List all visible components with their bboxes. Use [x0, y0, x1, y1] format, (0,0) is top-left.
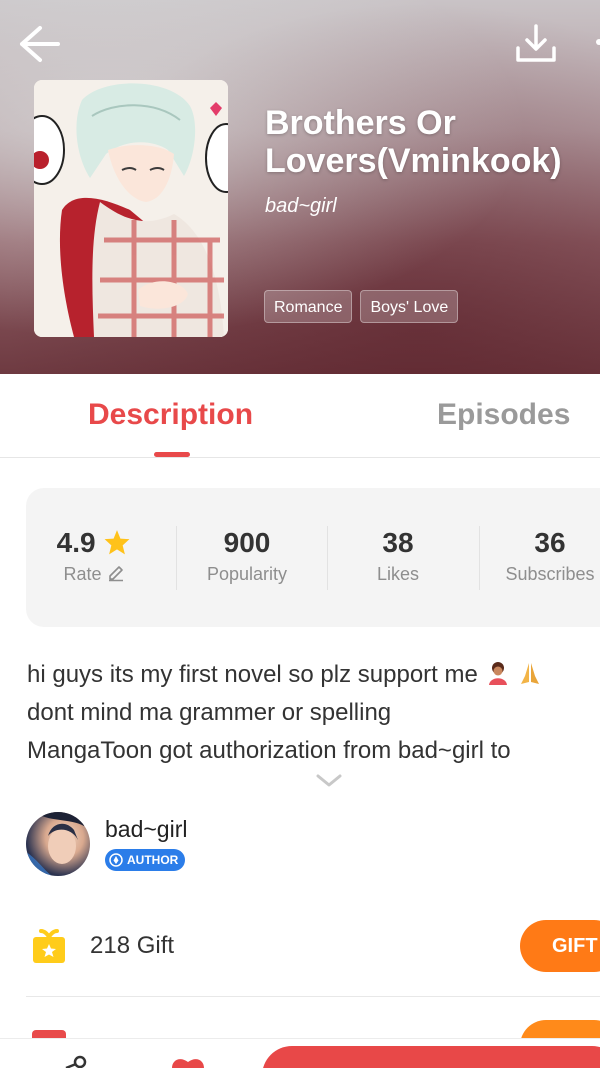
download-icon[interactable] [514, 22, 558, 64]
gift-icon [33, 929, 65, 963]
stat-divider [327, 526, 328, 590]
person-bowing-emoji-icon [488, 662, 507, 685]
stat-popularity: 900 Popularity [194, 526, 300, 585]
edit-pencil-icon[interactable] [107, 564, 125, 582]
tag-romance[interactable]: Romance [264, 290, 353, 323]
tab-description[interactable]: Description [88, 398, 253, 432]
more-vertical-icon[interactable] [590, 28, 600, 68]
active-tab-indicator [154, 452, 190, 457]
stat-likes: 38 Likes [346, 526, 450, 585]
popularity-label: Popularity [206, 564, 288, 584]
subscribes-label: Subscribes [505, 564, 595, 584]
stat-rating[interactable]: 4.9 Rate [54, 526, 134, 585]
description-line: MangaToon got authorization from bad~gir… [27, 737, 511, 764]
heart-icon[interactable] [170, 1056, 206, 1068]
description-line: dont mind ma grammer or spelling [27, 699, 392, 726]
author-avatar[interactable] [26, 812, 90, 876]
star-icon [104, 530, 130, 555]
detail-tabs: Description Episodes [0, 374, 600, 458]
row-divider [26, 996, 600, 997]
share-icon[interactable] [60, 1054, 90, 1068]
author-badge-icon [109, 853, 123, 867]
read-button[interactable] [262, 1046, 600, 1068]
tab-episodes[interactable]: Episodes [437, 398, 570, 432]
book-header: Brothers Or Lovers(Vminkook) bad~girl Ro… [0, 0, 600, 374]
rating-label: Rate [63, 564, 102, 584]
description-line: hi guys its my first novel so plz suppor… [27, 656, 597, 694]
rating-value-row: 4.9 [54, 526, 134, 560]
tag-boys-love[interactable]: Boys' Love [360, 290, 459, 323]
stats-card: 4.9 Rate 900 Popularity 38 Likes 36 Subs… [26, 488, 600, 627]
chevron-down-icon[interactable] [314, 770, 344, 790]
popularity-value: 900 [223, 527, 271, 558]
author-badge: AUTHOR [105, 849, 186, 871]
book-cover-image[interactable] [34, 80, 228, 337]
stat-divider [176, 526, 177, 590]
subscribes-value: 36 [534, 527, 566, 558]
folded-hands-emoji-icon [521, 663, 540, 684]
stat-divider [479, 526, 480, 590]
author-name[interactable]: bad~girl [105, 816, 187, 843]
likes-value: 38 [382, 527, 414, 558]
author-badge-label: AUTHOR [127, 853, 179, 867]
stat-subscribes: 36 Subscribes [496, 526, 600, 585]
gift-count: 218 Gift [90, 932, 175, 959]
arrow-left-icon[interactable] [18, 24, 60, 64]
book-author[interactable]: bad~girl [265, 195, 337, 218]
genre-tags: Romance Boys' Love [264, 290, 459, 323]
likes-label: Likes [376, 564, 420, 584]
book-title: Brothers Or Lovers(Vminkook) [265, 104, 562, 180]
description-text[interactable]: hi guys its my first novel so plz suppor… [27, 656, 597, 770]
gift-button[interactable]: GIFT [520, 920, 600, 972]
rating-value: 4.9 [56, 527, 96, 558]
